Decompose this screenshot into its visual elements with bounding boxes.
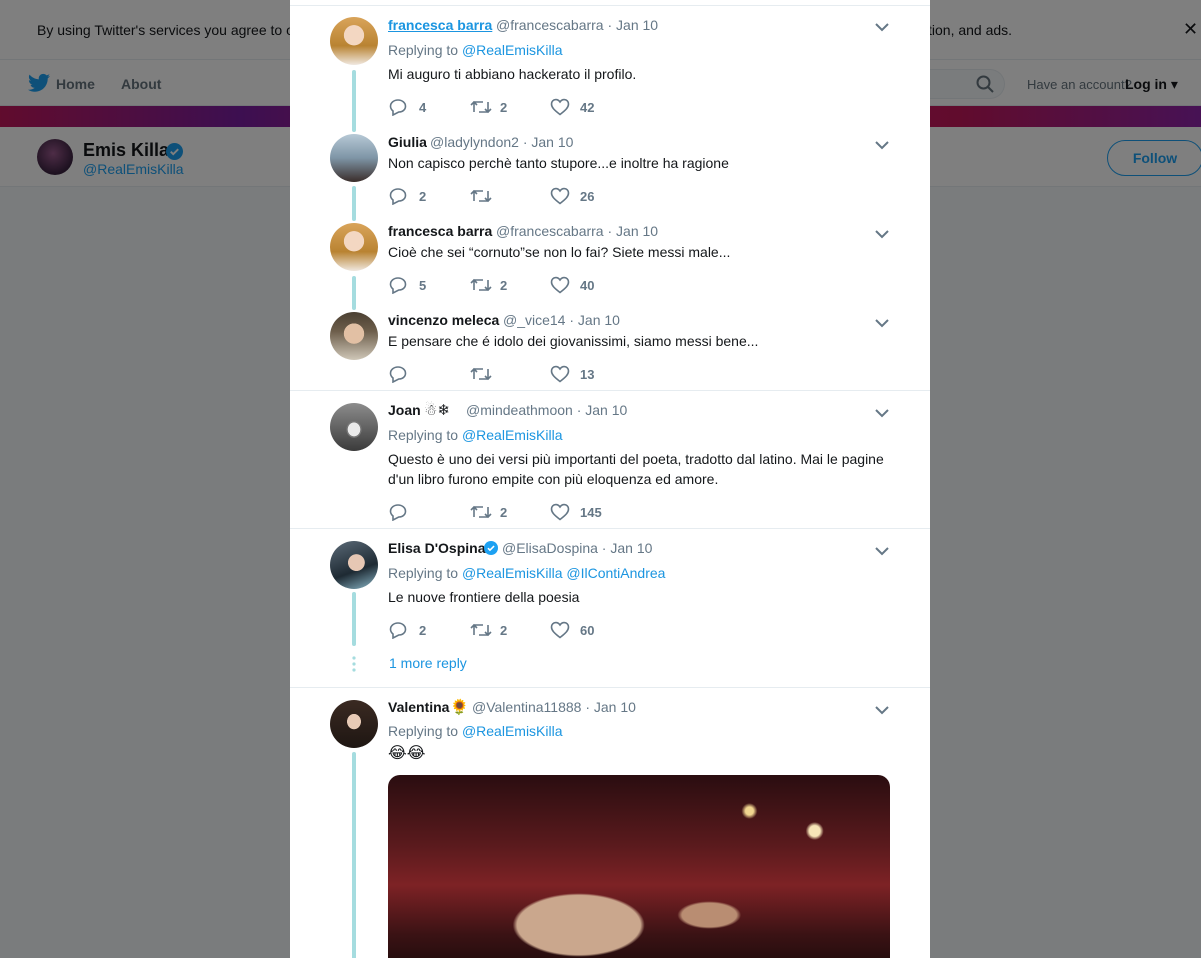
reply-count: 2 bbox=[419, 623, 427, 638]
avatar[interactable] bbox=[330, 312, 378, 360]
tweet-meta[interactable]: @Valentina11888 · Jan 10 bbox=[472, 699, 636, 715]
like-count: 145 bbox=[580, 505, 602, 520]
reply-count: 2 bbox=[419, 189, 427, 204]
tweet-meta[interactable]: @_vice14 · Jan 10 bbox=[503, 312, 620, 328]
replying-to: Replying to @RealEmisKilla bbox=[388, 42, 563, 58]
reply-icon bbox=[389, 366, 407, 383]
retweet-count: 2 bbox=[500, 100, 508, 115]
tweet-meta[interactable]: @francescabarra · Jan 10 bbox=[496, 17, 658, 33]
tweet-author-name[interactable]: Joan bbox=[388, 402, 421, 418]
avatar[interactable] bbox=[330, 541, 378, 589]
like-count: 13 bbox=[580, 367, 595, 382]
divider bbox=[290, 528, 930, 529]
tweet-meta[interactable]: @ladylyndon2 · Jan 10 bbox=[430, 134, 573, 150]
divider bbox=[290, 390, 930, 391]
tweet-replies-modal: francesca barra @francescabarra · Jan 10… bbox=[290, 0, 930, 958]
retweet-icon bbox=[470, 100, 492, 114]
replying-to: Replying to @RealEmisKilla @IlContiAndre… bbox=[388, 565, 665, 581]
reply-icon bbox=[389, 504, 407, 521]
tweet-author-name[interactable]: Valentina bbox=[388, 699, 449, 715]
retweet-count: 2 bbox=[500, 278, 508, 293]
replying-to: Replying to @RealEmisKilla bbox=[388, 723, 563, 739]
tweet-text-line: Questo è uno dei versi più importanti de… bbox=[388, 451, 884, 467]
retweet-icon bbox=[470, 505, 492, 519]
heart-icon bbox=[550, 98, 570, 116]
mention-link[interactable]: @RealEmisKilla bbox=[462, 42, 563, 58]
reply-count: 5 bbox=[419, 278, 427, 293]
heart-icon bbox=[550, 365, 570, 383]
retweet-icon bbox=[470, 367, 492, 381]
tweet-author-name[interactable]: francesca barra bbox=[388, 17, 492, 33]
like-count: 42 bbox=[580, 100, 595, 115]
tweet-text: Le nuove frontiere della poesia bbox=[388, 589, 580, 605]
avatar[interactable] bbox=[330, 700, 378, 748]
reply-icon bbox=[389, 277, 407, 294]
tweet-text: Non capisco perchè tanto stupore...e ino… bbox=[388, 155, 729, 171]
like-count: 60 bbox=[580, 623, 595, 638]
avatar[interactable] bbox=[330, 403, 378, 451]
tweet-author-name[interactable]: Elisa D'Ospina bbox=[388, 540, 485, 556]
reply-icon bbox=[389, 188, 407, 205]
verified-icon bbox=[484, 541, 498, 555]
retweet-count: 2 bbox=[500, 505, 508, 520]
replying-prefix: Replying to bbox=[388, 565, 459, 581]
thread-connector bbox=[352, 186, 356, 221]
reply-icon bbox=[389, 99, 407, 116]
replying-prefix: Replying to bbox=[388, 42, 459, 58]
heart-icon bbox=[550, 621, 570, 639]
tweet-meta[interactable]: @francescabarra · Jan 10 bbox=[496, 223, 658, 239]
retweet-count: 2 bbox=[500, 623, 508, 638]
chevron-down-icon[interactable] bbox=[875, 546, 889, 556]
chevron-down-icon[interactable] bbox=[875, 318, 889, 328]
replying-prefix: Replying to bbox=[388, 427, 459, 443]
heart-icon bbox=[550, 187, 570, 205]
thread-connector bbox=[352, 592, 356, 646]
thread-connector bbox=[352, 276, 356, 310]
heart-icon bbox=[550, 276, 570, 294]
reply-count: 4 bbox=[419, 100, 427, 115]
retweet-icon bbox=[470, 623, 492, 637]
chevron-down-icon[interactable] bbox=[875, 140, 889, 150]
tweet-meta[interactable]: @mindeathmoon · Jan 10 bbox=[466, 402, 627, 418]
chevron-down-icon[interactable] bbox=[875, 22, 889, 32]
tweet-author-name[interactable]: vincenzo meleca bbox=[388, 312, 499, 328]
thread-connector bbox=[352, 70, 356, 132]
tweet-text: Mi auguro ti abbiano hackerato il profil… bbox=[388, 66, 637, 82]
divider bbox=[290, 687, 930, 688]
reply-icon bbox=[389, 622, 407, 639]
avatar[interactable] bbox=[330, 134, 378, 182]
thread-dots-icon bbox=[352, 656, 356, 672]
divider bbox=[290, 5, 930, 6]
avatar[interactable] bbox=[330, 17, 378, 65]
more-replies-link[interactable]: 1 more reply bbox=[389, 655, 467, 671]
like-count: 40 bbox=[580, 278, 595, 293]
like-count: 26 bbox=[580, 189, 595, 204]
mention-link[interactable]: @RealEmisKilla bbox=[462, 427, 563, 443]
tweet-text: Cioè che sei “cornuto”se non lo fai? Sie… bbox=[388, 244, 731, 260]
replying-to: Replying to @RealEmisKilla bbox=[388, 427, 563, 443]
chevron-down-icon[interactable] bbox=[875, 705, 889, 715]
name-emoji: 🌻 bbox=[450, 698, 469, 716]
chevron-down-icon[interactable] bbox=[875, 229, 889, 239]
tweet-author-name[interactable]: Giulia bbox=[388, 134, 427, 150]
tweet-text: 😂😂 bbox=[388, 743, 426, 762]
mention-link[interactable]: @RealEmisKilla @IlContiAndrea bbox=[462, 565, 666, 581]
tweet-text-line: d'un libro furono empite con più eloquen… bbox=[388, 471, 719, 487]
tweet-media-gif[interactable] bbox=[388, 775, 890, 958]
tweet-meta[interactable]: @ElisaDospina · Jan 10 bbox=[502, 540, 652, 556]
replying-prefix: Replying to bbox=[388, 723, 459, 739]
thread-connector bbox=[352, 752, 356, 958]
heart-icon bbox=[550, 503, 570, 521]
name-emoji: ☃❄ bbox=[424, 401, 451, 419]
retweet-icon bbox=[470, 278, 492, 292]
tweet-author-name[interactable]: francesca barra bbox=[388, 223, 492, 239]
chevron-down-icon[interactable] bbox=[875, 408, 889, 418]
tweet-text: E pensare che é idolo dei giovanissimi, … bbox=[388, 333, 759, 349]
avatar[interactable] bbox=[330, 223, 378, 271]
retweet-icon bbox=[470, 189, 492, 203]
mention-link[interactable]: @RealEmisKilla bbox=[462, 723, 563, 739]
